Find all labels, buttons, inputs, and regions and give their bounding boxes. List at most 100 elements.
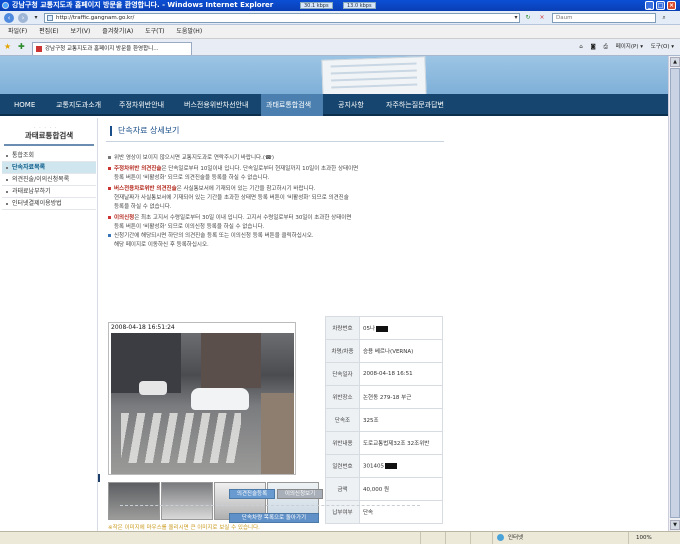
- notice-6: 등록을 하실 수 없습니다.: [114, 204, 172, 210]
- back-to-list-button[interactable]: 단속차량 목록으로 돌아가기: [229, 513, 319, 523]
- menu-view[interactable]: 보기(V): [71, 28, 91, 35]
- table-row: 납부여부 단속: [325, 500, 443, 524]
- nav-home[interactable]: HOME: [14, 94, 40, 116]
- sidebar-item-internet-pay[interactable]: 인터넷결제이용방법: [2, 198, 96, 210]
- header-receipt-image: [321, 56, 427, 94]
- menu-bar: 파일(F) 편집(E) 보기(V) 즐겨찾기(A) 도구(T) 도움말(H): [0, 25, 680, 39]
- favorites-star-icon[interactable]: ★: [4, 42, 11, 51]
- refresh-icon[interactable]: ↻: [524, 14, 532, 22]
- table-row: 차명/차종 승용 베르나(VERNA): [325, 339, 443, 363]
- divider-2: [120, 505, 420, 506]
- table-row: 단속일자 2008-04-18 16:51: [325, 362, 443, 386]
- site-header: [0, 56, 668, 94]
- table-row: 단속조 325조: [325, 408, 443, 432]
- add-favorite-icon[interactable]: ✚: [18, 42, 25, 51]
- page-viewport: HOME 교통지도과소개 주정차위반안내 버스전용위반차선안내 과태료통합검색 …: [0, 56, 668, 531]
- menu-tools[interactable]: 도구(T): [145, 28, 164, 35]
- sidebar-item-list[interactable]: 단속자료목록: [2, 162, 96, 174]
- table-row: 금액 40,000 원: [325, 477, 443, 501]
- main-nav: HOME 교통지도과소개 주정차위반안내 버스전용위반차선안내 과태료통합검색 …: [0, 94, 668, 116]
- menu-favorites[interactable]: 즐겨찾기(A): [102, 28, 133, 35]
- home-icon[interactable]: ⌂: [579, 44, 583, 50]
- table-row: 일련번호 301405: [325, 454, 443, 478]
- section-title: 단속자료 상세보기: [110, 126, 179, 136]
- command-bar: ⌂ ◙ ⎙ 페이지(P) ▾ 도구(O) ▾: [579, 43, 674, 52]
- sidebar-item-opinion[interactable]: 의견진술/이의신청목록: [2, 174, 96, 186]
- minimize-icon[interactable]: _: [645, 1, 654, 10]
- violation-info-table: 차량번호 05나 차명/차종 승용 베르나(VERNA) 단속일자 2008-04-1…: [325, 316, 443, 524]
- bullet-icon: [108, 234, 111, 237]
- address-dropdown-icon[interactable]: ▾: [512, 14, 520, 22]
- sidebar: · · · · · 과태료통합검색 통합조회 단속자료목록 의견진술/이의신청목…: [0, 118, 98, 531]
- notice-2: 주정차위반 의견진술은 단속일로부터 10일이내 입니다. 단속일로부터 현재일…: [108, 165, 448, 173]
- back-icon[interactable]: ‹: [4, 13, 14, 23]
- bullet-icon: [108, 187, 111, 190]
- menu-edit[interactable]: 편집(E): [39, 28, 59, 35]
- title-divider: [106, 141, 444, 142]
- stop-icon[interactable]: ×: [538, 14, 546, 22]
- window-title-bar: 강남구청 교통지도과 홈페이지 방문을 환영합니다. - Windows Int…: [0, 0, 680, 11]
- table-row: 위반장소 논현동 279-18 부근: [325, 385, 443, 409]
- download-speed: 30.1 kbps: [300, 2, 333, 9]
- search-input[interactable]: Daum: [552, 13, 656, 23]
- menu-file[interactable]: 파일(F): [8, 28, 27, 35]
- zoom-level[interactable]: 100%: [636, 532, 652, 544]
- notice-4: 버스전용차로위반 의견진술은 사실통보서에 기재되어 있는 기간을 참고하시기 …: [108, 185, 448, 193]
- notice-9: 신청기간에 해당되시면 하단의 의견진술 등록 또는 이의신청 등록 버튼을 클…: [108, 232, 448, 240]
- nav-notice[interactable]: 공지사항: [338, 94, 370, 116]
- notice-7: 이의신청은 최초 고지서 수령일로부터 30일 이내 입니다. 고지서 수령일로…: [108, 214, 448, 222]
- nav-fine-search[interactable]: 과태료통합검색: [261, 94, 323, 116]
- notice-1: 위반 영상이 보이지 않으시면 교통지도과로 연락주시기 바랍니다.(☎): [108, 154, 448, 162]
- page-icon: [47, 15, 53, 21]
- address-input[interactable]: http://traffic.gangnam.go.kr/: [44, 13, 520, 23]
- notice-8: 등록 버튼이 '비활성화' 되므로 이의신청 등록을 하실 수 없습니다.: [114, 224, 265, 230]
- bullet-icon: [108, 216, 111, 219]
- redaction-bar: [385, 462, 397, 469]
- nav-faq[interactable]: 자주하는질문과답변: [386, 94, 464, 116]
- tab-bar: ★ ✚ 강남구청 교통지도과 홈페이지 방문을 환영합니... ⌂ ◙ ⎙ 페이…: [0, 39, 680, 56]
- address-toolbar: ‹ › ▾ http://traffic.gangnam.go.kr/ ▾ ↻ …: [0, 11, 680, 25]
- nav-parking[interactable]: 주정차위반안내: [119, 94, 175, 116]
- tools-menu[interactable]: 도구(O) ▾: [651, 44, 674, 50]
- tab-favicon: [36, 46, 42, 52]
- page-menu[interactable]: 페이지(P) ▾: [616, 44, 643, 50]
- browser-tab[interactable]: 강남구청 교통지도과 홈페이지 방문을 환영합니...: [32, 42, 192, 55]
- table-row: 위반내용 도로교통법제32조 32조위반: [325, 431, 443, 455]
- redaction-bar: [376, 325, 389, 332]
- nav-about[interactable]: 교통지도과소개: [56, 94, 106, 116]
- status-bar: 인터넷 100%: [0, 531, 680, 544]
- menu-help[interactable]: 도움말(H): [176, 28, 202, 35]
- nav-buslane[interactable]: 버스전용위반차선안내: [184, 94, 254, 116]
- thumbnail-1[interactable]: [108, 482, 160, 520]
- sidebar-item-payment[interactable]: 과태료납부하기: [2, 186, 96, 198]
- bullet-icon: [108, 167, 111, 170]
- maximize-icon[interactable]: □: [656, 1, 665, 10]
- window-title: 강남구청 교통지도과 홈페이지 방문을 환영합니다. - Windows Int…: [12, 1, 274, 9]
- close-icon[interactable]: ×: [667, 1, 676, 10]
- violation-photo-frame: 2008-04-18 16:51:24: [108, 322, 296, 475]
- print-icon[interactable]: ⎙: [604, 44, 608, 50]
- feeds-icon[interactable]: ◙: [590, 44, 595, 50]
- focus-marker: [98, 474, 100, 482]
- search-icon[interactable]: ⌕: [660, 14, 668, 22]
- scroll-thumb[interactable]: [670, 68, 680, 518]
- table-row: 차량번호 05나: [325, 316, 443, 340]
- nav-dropdown-icon[interactable]: ▾: [32, 14, 40, 22]
- ie-logo-icon: [2, 2, 9, 9]
- notice-10: 해당 페이지로 이동하신 후 등록하십시오.: [114, 242, 209, 248]
- opinion-register-button[interactable]: 의견진술등록: [229, 489, 275, 499]
- scroll-up-icon[interactable]: ▲: [670, 57, 680, 67]
- sidebar-item-search[interactable]: 통합조회: [2, 150, 96, 162]
- scroll-down-icon[interactable]: ▼: [670, 520, 680, 530]
- internet-zone-icon: [497, 534, 504, 541]
- objection-view-button[interactable]: 이의신청보기: [277, 489, 323, 499]
- upload-speed: 13.0 kbps: [343, 2, 376, 9]
- forward-icon[interactable]: ›: [18, 13, 28, 23]
- thumbnail-2[interactable]: [161, 482, 213, 520]
- notice-5: 현재날짜가 사실통보서에 기재되어 있는 기간을 초과한 상태면 등록 버튼이 …: [114, 195, 349, 201]
- thumbnail-note: ※작은 이미지에 마우스를 올리시면 큰 이미지로 보실 수 있습니다.: [108, 525, 260, 531]
- violation-photo[interactable]: [111, 333, 294, 474]
- photo-timestamp: 2008-04-18 16:51:24: [111, 324, 175, 331]
- sidebar-title: 과태료통합검색: [4, 130, 94, 146]
- vertical-scrollbar[interactable]: ▲ ▼: [668, 56, 680, 531]
